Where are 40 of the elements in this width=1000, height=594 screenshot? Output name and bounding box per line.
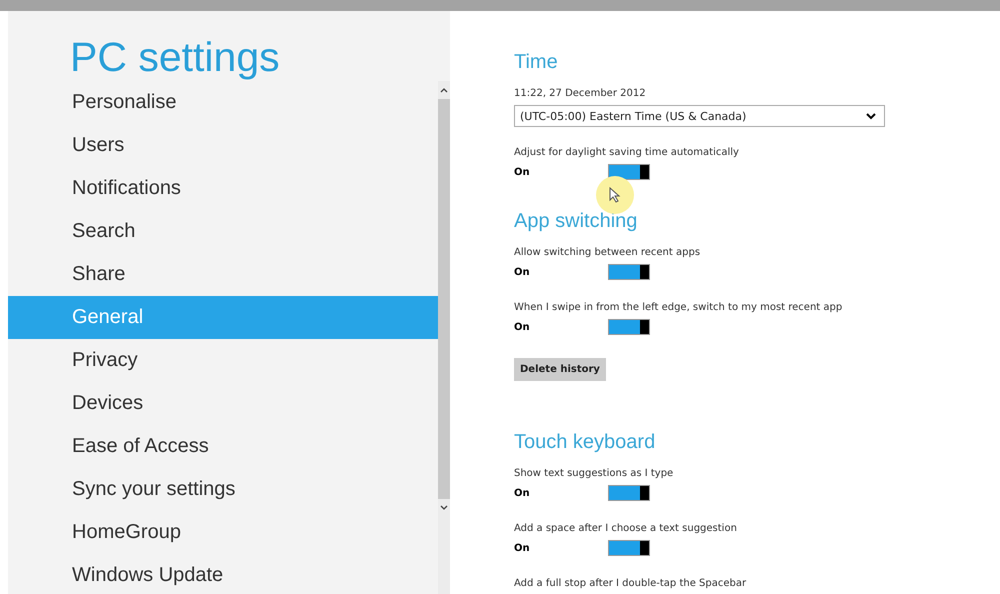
sidebar-item[interactable]: Sync your settings (8, 468, 438, 511)
toggle-switch[interactable] (608, 319, 650, 335)
scroll-up-icon[interactable] (440, 87, 448, 93)
section-heading: Time (514, 51, 559, 74)
toggle-state-label: On (514, 488, 531, 498)
delete-history-button[interactable]: Delete history (514, 358, 606, 381)
page-title: PC settings (69, 33, 281, 81)
setting-label: When I swipe in from the left edge, switch to my most recent app (514, 302, 844, 313)
sidebar-item[interactable]: Ease of Access (8, 425, 438, 468)
toggle-state-label: On (514, 266, 531, 278)
setting-label: Add a space after I choose a text suggestion (514, 523, 738, 534)
sidebar-item[interactable]: Users (8, 124, 438, 167)
sidebar-item[interactable]: Notifications (8, 167, 438, 210)
toggle-state-label: On (514, 322, 531, 332)
section-heading: App switching (514, 210, 638, 233)
section-heading: Touch keyboard (514, 431, 656, 454)
sidebar-item[interactable]: HomeGroup (8, 511, 438, 554)
toggle-switch[interactable] (608, 264, 650, 280)
scroll-down-icon[interactable] (440, 505, 448, 511)
chevron-down-icon (866, 112, 876, 120)
toggle-switch[interactable] (608, 164, 650, 180)
sidebar-item[interactable]: Devices (8, 382, 438, 425)
toggle-state-label: On (514, 166, 531, 178)
mouse-pointer-icon (596, 176, 634, 214)
setting-label: Show text suggestions as I type (514, 468, 674, 479)
setting-label: Adjust for daylight saving time automatically (514, 147, 740, 158)
scrollbar[interactable] (438, 81, 450, 594)
sidebar-item[interactable]: Personalise (8, 81, 438, 124)
timezone-dropdown[interactable]: (UTC-05:00) Eastern Time (US & Canada) (514, 105, 885, 127)
toggle-state-label: On (514, 542, 531, 554)
setting-label: Allow switching between recent apps (514, 247, 702, 258)
toggle-switch[interactable] (608, 540, 650, 556)
sidebar-item[interactable]: Windows Update (8, 554, 438, 594)
setting-text: Add a full stop after I double-tap the Spacebar (514, 578, 748, 589)
toggle-switch[interactable] (608, 485, 650, 501)
sidebar-item[interactable]: Privacy (8, 339, 438, 382)
setting-text: 11:22, 27 December 2012 (514, 88, 647, 99)
sidebar-item[interactable]: Search (8, 210, 438, 253)
sidebar-item[interactable]: Share (8, 253, 438, 296)
scrollbar-thumb[interactable] (438, 99, 450, 499)
